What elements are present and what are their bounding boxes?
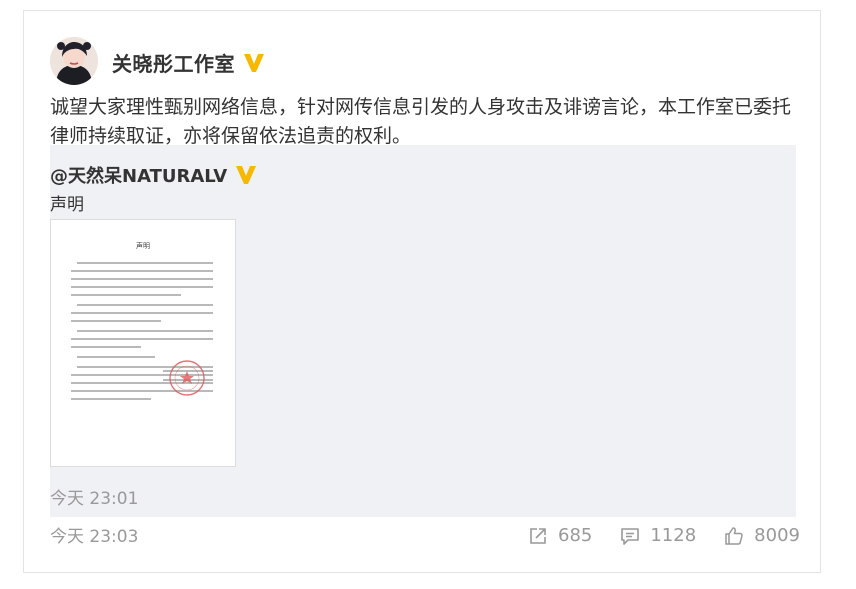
repost-author-row: @天然呆NATURALV xyxy=(50,162,257,188)
repost-timestamp[interactable]: 今天 23:01 xyxy=(50,484,138,509)
comment-icon xyxy=(621,527,640,545)
repost-verified-v-icon xyxy=(235,165,257,185)
author-name[interactable]: 关晓彤工作室 xyxy=(112,48,235,77)
statement-document-image[interactable]: 声明 xyxy=(50,219,236,467)
thumbs-up-icon xyxy=(725,526,743,545)
action-bar: 685 1128 8009 xyxy=(528,525,800,546)
like-button[interactable]: 8009 xyxy=(724,525,800,546)
red-seal-stamp xyxy=(169,360,205,396)
document-title: 声明 xyxy=(136,241,150,250)
author-avatar[interactable] xyxy=(50,37,98,85)
like-count: 8009 xyxy=(754,525,800,546)
repost-author-name[interactable]: @天然呆NATURALV xyxy=(50,162,227,188)
post-timestamp[interactable]: 今天 23:03 xyxy=(50,522,138,547)
share-icon xyxy=(530,527,546,544)
repost-block[interactable]: @天然呆NATURALV 声明 声明 今天 23:01 xyxy=(50,145,796,517)
post-text: 诚望大家理性甄别网络信息，针对网传信息引发的人身攻击及诽谤言论，本工作室已委托律… xyxy=(50,96,792,147)
author-row: 关晓彤工作室 xyxy=(112,48,265,77)
avatar-portrait-icon xyxy=(50,37,98,85)
comment-count: 1128 xyxy=(650,525,697,546)
document-content: 声明 xyxy=(71,241,213,400)
share-button[interactable]: 685 xyxy=(528,525,592,546)
verified-v-icon xyxy=(243,53,265,73)
comment-button[interactable]: 1128 xyxy=(620,525,696,546)
share-count: 685 xyxy=(558,525,593,546)
repost-text: 声明 xyxy=(50,195,84,215)
weibo-post-card: 关晓彤工作室 诚望大家理性甄别网络信息，针对网传信息引发的人身攻击及诽谤言论，本… xyxy=(23,10,821,573)
